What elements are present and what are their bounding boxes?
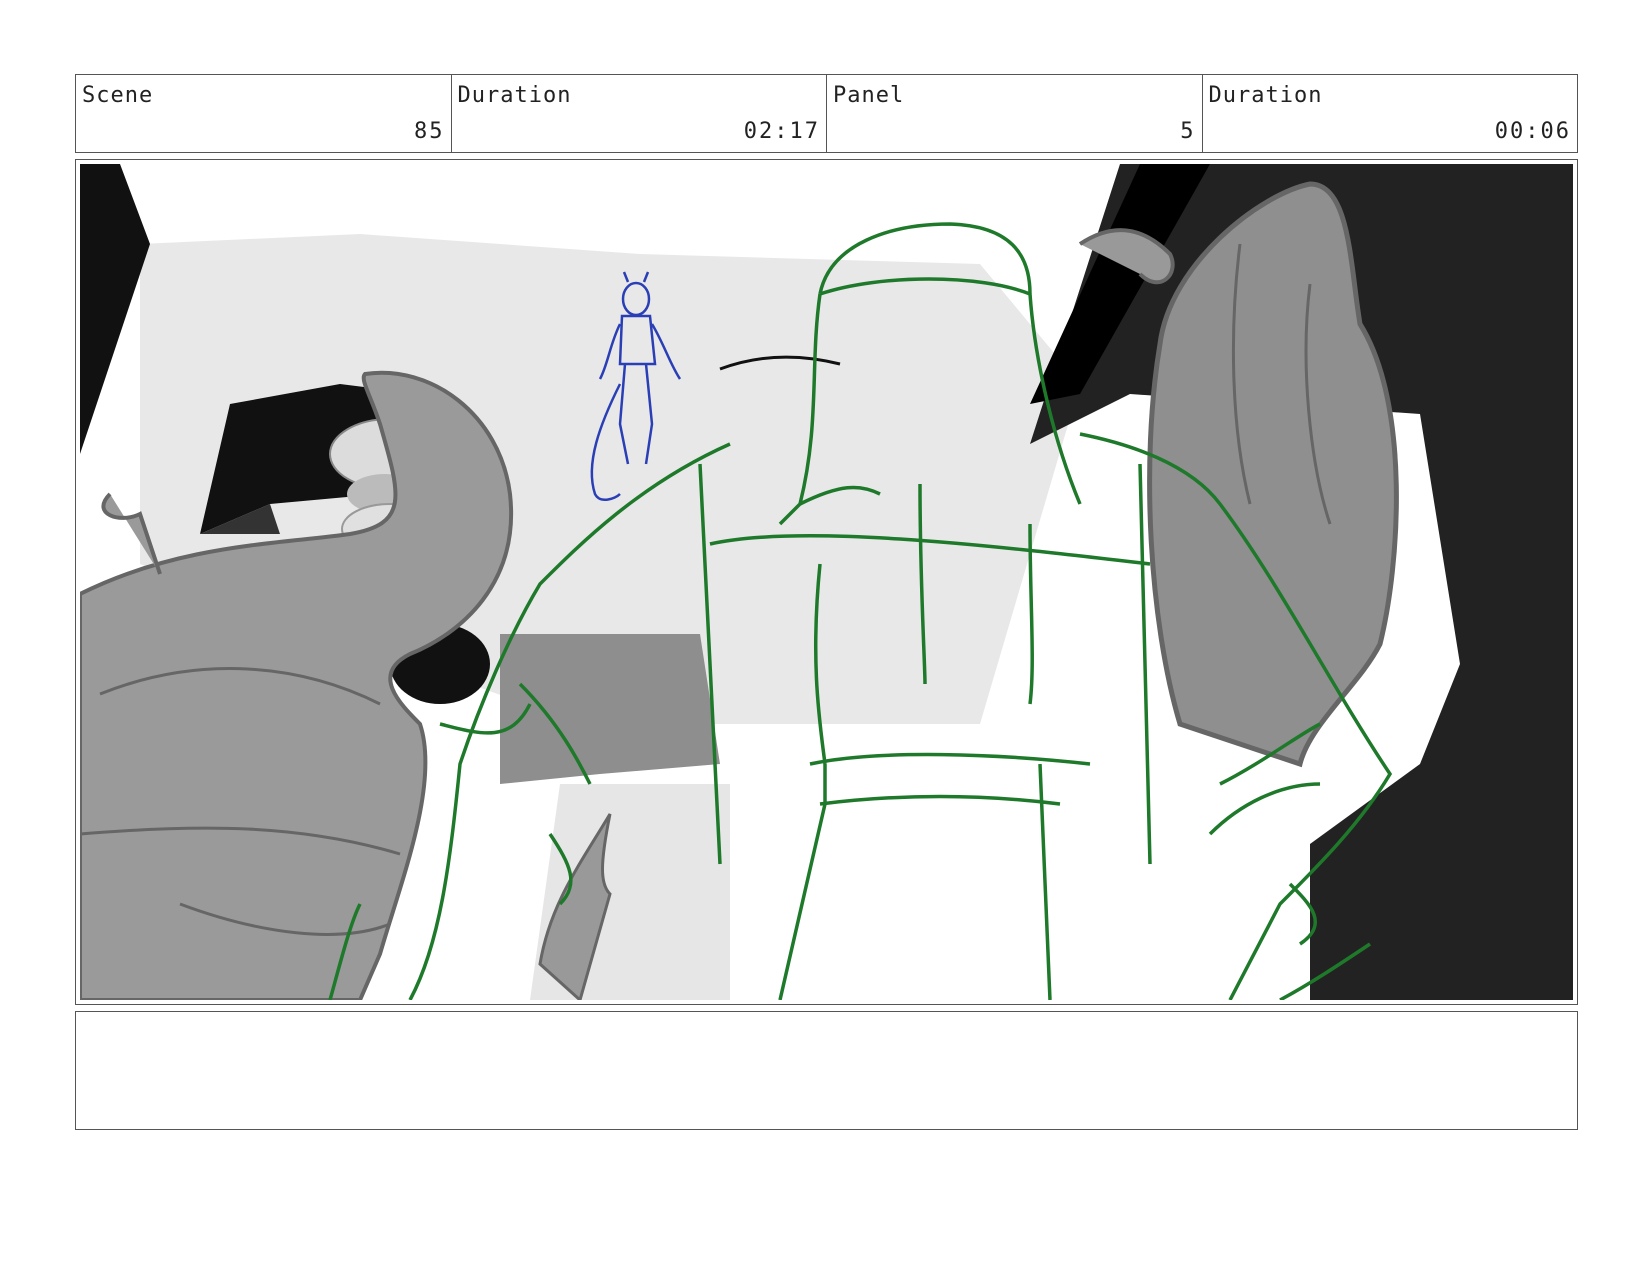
panel-number: 5 — [1180, 119, 1196, 144]
scene-duration-label: Duration — [457, 83, 572, 108]
panel-notes-box[interactable] — [75, 1011, 1578, 1130]
storyboard-panel-illustration — [80, 164, 1573, 1000]
panel-duration-cell: Duration 00:06 — [1203, 75, 1578, 152]
scene-label: Scene — [82, 83, 154, 108]
scene-cell: Scene 85 — [76, 75, 452, 152]
scene-duration-value: 02:17 — [743, 119, 820, 144]
storyboard-header: Scene 85 Duration 02:17 Panel 5 Duration… — [75, 74, 1578, 153]
scene-duration-cell: Duration 02:17 — [452, 75, 827, 152]
storyboard-panel-frame — [75, 159, 1578, 1005]
panel-cell: Panel 5 — [827, 75, 1203, 152]
panel-duration-label: Duration — [1208, 83, 1323, 108]
panel-label: Panel — [833, 83, 905, 108]
scene-number: 85 — [414, 119, 445, 144]
panel-duration-value: 00:06 — [1494, 119, 1571, 144]
